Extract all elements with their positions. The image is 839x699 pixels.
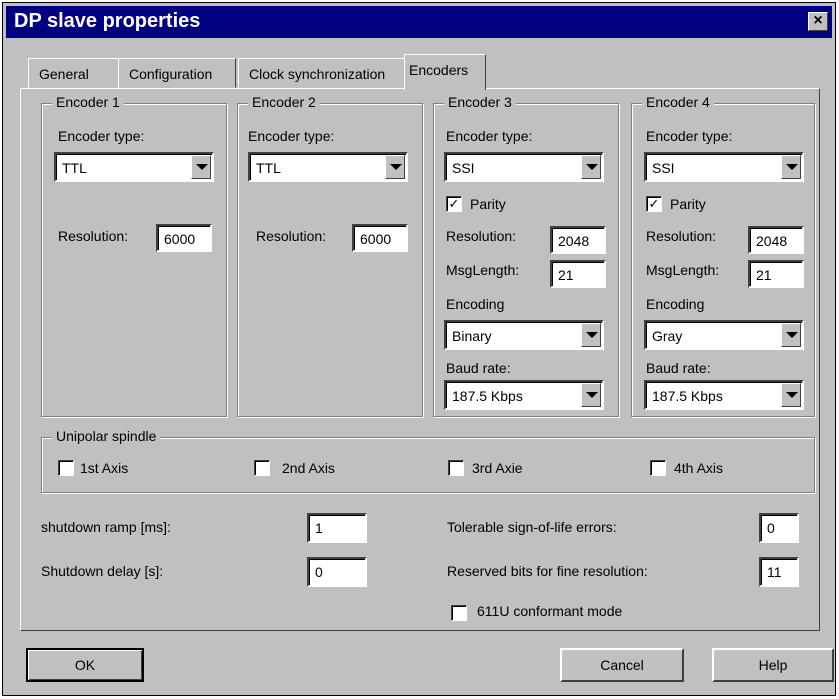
encoder-4-baud-select[interactable]: 187.5 Kbps bbox=[644, 380, 804, 410]
close-icon[interactable]: × bbox=[808, 12, 828, 31]
title-bar[interactable]: DP slave properties × bbox=[6, 6, 832, 38]
shutdown-delay-input[interactable]: 0 bbox=[307, 557, 367, 587]
axis-1-checkbox[interactable] bbox=[58, 460, 74, 476]
check-icon: ✓ bbox=[648, 196, 660, 211]
axis-3-label: 3rd Axie bbox=[472, 460, 523, 476]
encoder-4-parity-label: Parity bbox=[670, 196, 706, 212]
encoder-4-baud-label: Baud rate: bbox=[646, 360, 711, 376]
conformant-mode-label: 611U conformant mode bbox=[477, 603, 623, 619]
encoder-4-msglength-input[interactable]: 21 bbox=[748, 260, 804, 288]
encoder-4-msglength-label: MsgLength: bbox=[646, 262, 720, 278]
encoder-2-type-label: Encoder type: bbox=[248, 128, 335, 144]
encoder-4-resolution-label: Resolution: bbox=[646, 228, 717, 244]
reserved-bits-input[interactable]: 11 bbox=[759, 557, 799, 587]
axis-3-checkbox[interactable] bbox=[448, 460, 464, 476]
tab-panel-encoders: Encoder 1 Encoder type: TTL Resolution: … bbox=[20, 88, 820, 631]
encoder-2-resolution-input[interactable]: 6000 bbox=[352, 224, 408, 252]
reserved-bits-label: Reserved bits for fine resolution: bbox=[447, 563, 648, 579]
encoder-2-resolution-label: Resolution: bbox=[256, 228, 327, 244]
axis-2-checkbox[interactable] bbox=[254, 460, 270, 476]
encoder-3-type-select[interactable]: SSI bbox=[444, 152, 604, 182]
encoder-4-type-select[interactable]: SSI bbox=[644, 152, 804, 182]
ok-button[interactable]: OK bbox=[26, 648, 144, 682]
encoder-4-title: Encoder 4 bbox=[642, 94, 714, 110]
encoder-4-group: Encoder 4 Encoder type: SSI ✓ Parity Res… bbox=[631, 94, 815, 417]
encoder-3-encoding-label: Encoding bbox=[446, 296, 505, 312]
tab-configuration[interactable]: Configuration bbox=[118, 58, 236, 88]
encoder-3-title: Encoder 3 bbox=[444, 94, 516, 110]
encoder-1-type-select[interactable]: TTL bbox=[54, 152, 214, 182]
encoder-4-resolution-input[interactable]: 2048 bbox=[748, 226, 804, 254]
conformant-mode-checkbox[interactable] bbox=[451, 605, 467, 621]
shutdown-ramp-input[interactable]: 1 bbox=[307, 513, 367, 543]
tab-general[interactable]: General bbox=[28, 58, 120, 88]
chevron-down-icon[interactable] bbox=[781, 383, 801, 407]
encoder-3-parity-checkbox[interactable]: ✓ bbox=[446, 196, 462, 212]
encoder-2-group: Encoder 2 Encoder type: TTL Resolution: … bbox=[237, 94, 423, 417]
tab-encoders[interactable]: Encoders bbox=[404, 54, 486, 90]
axis-4-label: 4th Axis bbox=[674, 460, 724, 476]
encoder-3-baud-select[interactable]: 187.5 Kbps bbox=[444, 380, 604, 410]
encoder-1-title: Encoder 1 bbox=[52, 94, 124, 110]
encoder-3-resolution-input[interactable]: 2048 bbox=[550, 226, 606, 254]
encoder-4-parity-checkbox[interactable]: ✓ bbox=[646, 196, 662, 212]
chevron-down-icon[interactable] bbox=[581, 155, 601, 179]
encoder-1-resolution-label: Resolution: bbox=[58, 228, 129, 244]
encoder-3-msglength-label: MsgLength: bbox=[446, 262, 520, 278]
encoder-3-type-label: Encoder type: bbox=[446, 128, 533, 144]
tab-clock-synchronization[interactable]: Clock synchronization bbox=[238, 58, 408, 88]
axis-1-label: 1st Axis bbox=[80, 460, 129, 476]
encoder-3-baud-label: Baud rate: bbox=[446, 360, 511, 376]
chevron-down-icon[interactable] bbox=[581, 323, 601, 347]
chevron-down-icon[interactable] bbox=[191, 155, 211, 179]
sign-of-life-label: Tolerable sign-of-life errors: bbox=[447, 519, 617, 535]
cancel-button[interactable]: Cancel bbox=[560, 648, 684, 682]
sign-of-life-input[interactable]: 0 bbox=[759, 513, 799, 543]
encoder-1-group: Encoder 1 Encoder type: TTL Resolution: … bbox=[41, 94, 227, 417]
encoder-3-resolution-label: Resolution: bbox=[446, 228, 517, 244]
chevron-down-icon[interactable] bbox=[781, 323, 801, 347]
encoder-1-resolution-input[interactable]: 6000 bbox=[156, 224, 212, 252]
window-title: DP slave properties bbox=[14, 10, 201, 32]
encoder-3-group: Encoder 3 Encoder type: SSI ✓ Parity Res… bbox=[433, 94, 619, 417]
axis-4-checkbox[interactable] bbox=[650, 460, 666, 476]
encoder-3-msglength-input[interactable]: 21 bbox=[550, 260, 606, 288]
unipolar-spindle-group: Unipolar spindle 1st Axis 2nd Axis 3rd A… bbox=[41, 428, 815, 493]
encoder-1-type-label: Encoder type: bbox=[58, 128, 145, 144]
encoder-4-encoding-select[interactable]: Gray bbox=[644, 320, 804, 350]
encoder-3-encoding-select[interactable]: Binary bbox=[444, 320, 604, 350]
chevron-down-icon[interactable] bbox=[581, 383, 601, 407]
chevron-down-icon[interactable] bbox=[385, 155, 405, 179]
axis-2-label: 2nd Axis bbox=[282, 460, 335, 476]
encoder-4-type-label: Encoder type: bbox=[646, 128, 733, 144]
encoder-4-encoding-label: Encoding bbox=[646, 296, 705, 312]
encoder-2-title: Encoder 2 bbox=[248, 94, 320, 110]
check-icon: ✓ bbox=[448, 196, 460, 211]
encoder-3-parity-label: Parity bbox=[470, 196, 506, 212]
encoder-2-type-select[interactable]: TTL bbox=[248, 152, 408, 182]
shutdown-delay-label: Shutdown delay [s]: bbox=[41, 563, 164, 579]
help-button[interactable]: Help bbox=[712, 648, 834, 682]
unipolar-spindle-title: Unipolar spindle bbox=[52, 428, 161, 444]
chevron-down-icon[interactable] bbox=[781, 155, 801, 179]
shutdown-ramp-label: shutdown ramp [ms]: bbox=[41, 519, 171, 535]
